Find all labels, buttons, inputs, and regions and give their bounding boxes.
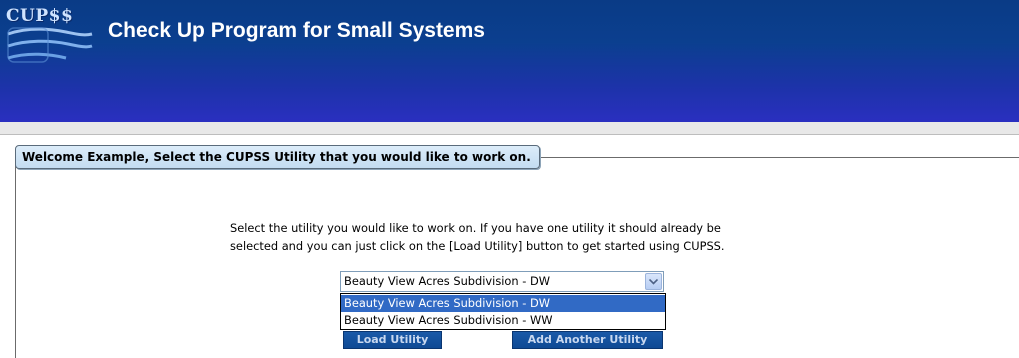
dropdown-toggle-button[interactable] [645,273,662,290]
instructions-text: Select the utility you would like to wor… [230,219,790,255]
add-another-utility-button[interactable]: Add Another Utility [512,331,663,349]
utility-select-value: Beauty View Acres Subdivision - DW [344,274,551,288]
chevron-down-icon [649,278,658,285]
instructions-line-2: selected and you can just click on the [… [230,239,725,253]
logo-text: CUP$$ [6,6,74,26]
header-separator [0,122,1019,135]
dropdown-option-dw[interactable]: Beauty View Acres Subdivision - DW [341,295,665,312]
utility-dropdown-list: Beauty View Acres Subdivision - DW Beaut… [340,293,666,330]
logo-swoosh-icon [7,27,93,63]
instructions-line-1: Select the utility you would like to wor… [230,221,721,235]
panel-title-tab: Welcome Example, Select the CUPSS Utilit… [15,145,540,169]
load-utility-button[interactable]: Load Utility [343,331,442,349]
dropdown-option-ww[interactable]: Beauty View Acres Subdivision - WW [341,312,665,329]
cupss-logo: CUP$$ [6,6,94,70]
utility-select[interactable]: Beauty View Acres Subdivision - DW [340,271,664,292]
app-title: Check Up Program for Small Systems [108,19,485,42]
app-header: CUP$$ Check Up Program for Small Systems [0,0,1019,122]
